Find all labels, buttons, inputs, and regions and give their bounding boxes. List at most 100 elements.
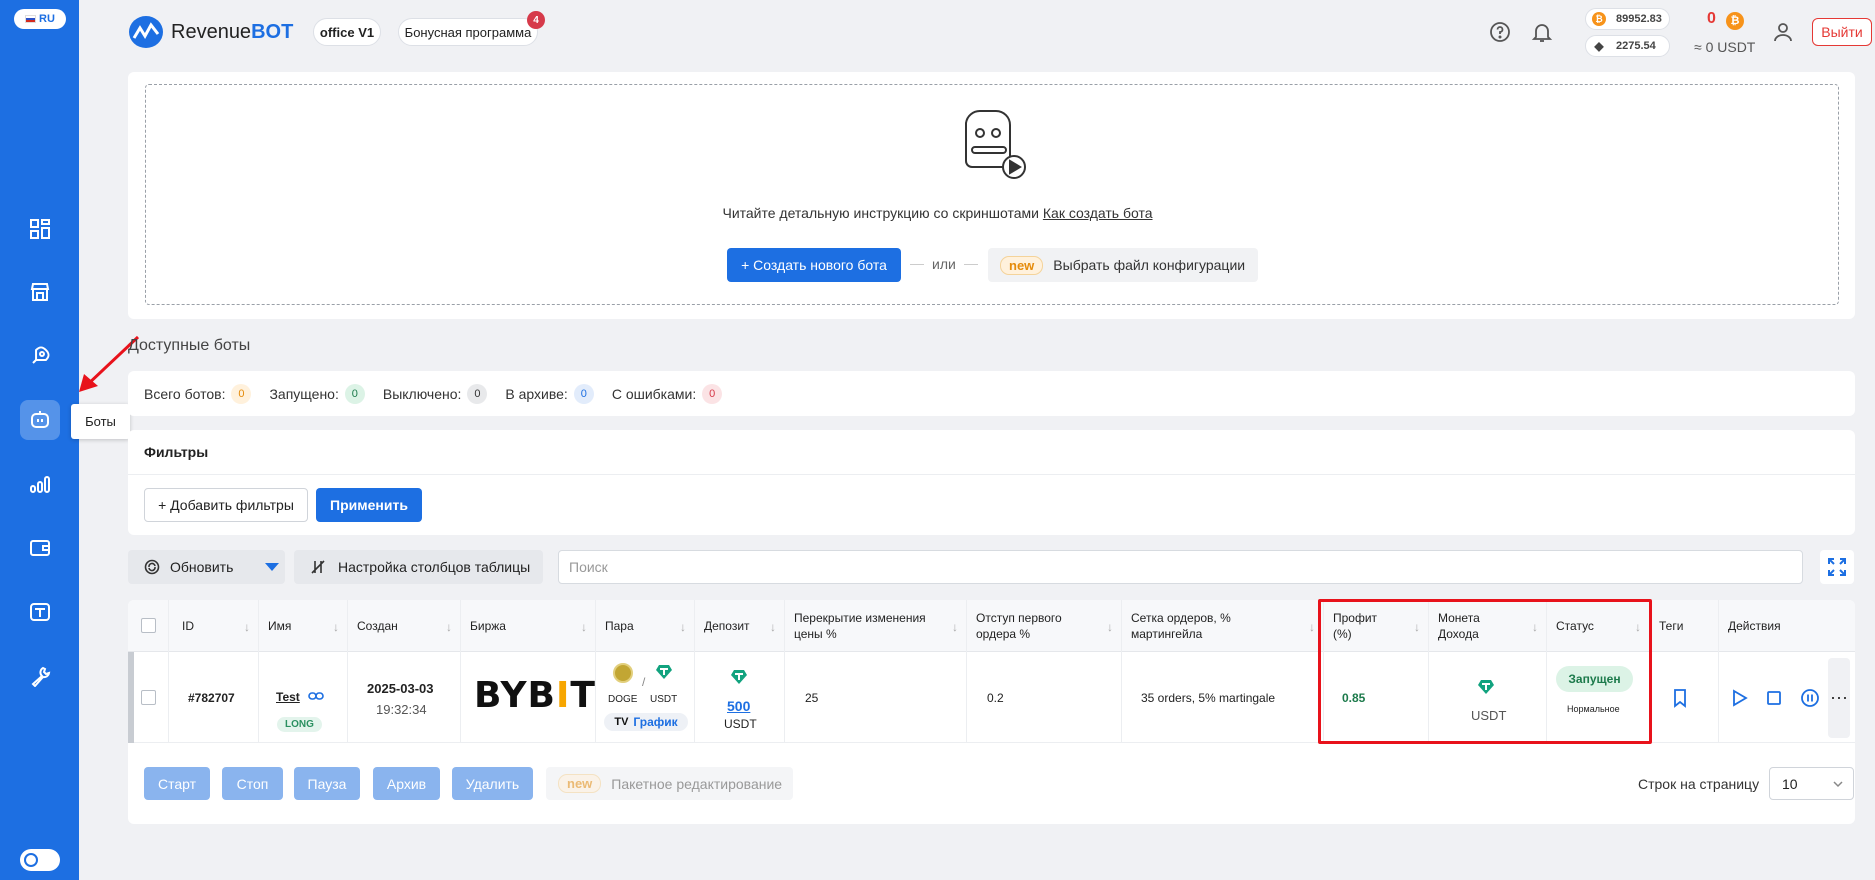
row-checkbox[interactable] — [141, 690, 156, 705]
header-pair[interactable]: Пара ↓ — [595, 600, 694, 652]
bulk-edit-button[interactable]: new Пакетное редактирование — [546, 767, 793, 800]
filters-divider — [128, 474, 1855, 475]
header-created[interactable]: Создан ↓ — [347, 600, 460, 652]
header-exchange[interactable]: Биржа ↓ — [460, 600, 595, 652]
bonus-program-button[interactable]: Бонусная программа 4 — [398, 11, 545, 46]
wrench-icon[interactable] — [20, 656, 60, 696]
refresh-icon — [144, 559, 160, 575]
logout-button[interactable]: Выйти — [1812, 18, 1872, 46]
usdt-coin-icon — [656, 665, 672, 679]
header-order-grid[interactable]: Сетка ордеров, % мартингейла ↓ — [1121, 600, 1323, 652]
stat-label: Запущено: — [269, 386, 339, 402]
highlight-annotation-box — [1318, 599, 1652, 744]
btc-coin-icon: ₿ — [1592, 12, 1606, 26]
add-filters-button[interactable]: + Добавить фильтры — [144, 488, 308, 522]
available-bots-title: Доступные боты — [128, 337, 251, 354]
logo[interactable]: RevenueBOT — [129, 16, 293, 48]
bookmark-icon[interactable] — [1670, 688, 1690, 708]
doge-coin-icon — [613, 663, 633, 683]
sort-arrow-icon: ↓ — [952, 620, 958, 634]
bulk-pause-button[interactable]: Пауза — [294, 767, 360, 800]
start-icon[interactable] — [1729, 688, 1749, 708]
create-new-bot-button[interactable]: + Создать нового бота — [727, 248, 901, 282]
long-tag: LONG — [277, 717, 322, 732]
balance-usdt: ≈ 0 USDT — [1694, 39, 1756, 55]
chart-button[interactable]: TV График — [604, 713, 688, 731]
side-badge: LONG — [277, 716, 322, 732]
stat-count-badge: 0 — [702, 384, 723, 404]
bot-stats: Всего ботов: 0 Запущено: 0 Выключено: 0 В архи… — [144, 384, 734, 404]
how-to-create-bot-link[interactable]: Как создать бота — [1043, 205, 1153, 221]
eth-price: 2275.54 — [1616, 40, 1656, 52]
caret-down-icon[interactable] — [265, 562, 280, 572]
header-first-order-offset[interactable]: Отступ первого ордера % ↓ — [966, 600, 1121, 652]
bulk-start-button[interactable]: Старт — [144, 767, 210, 800]
apply-filters-button[interactable]: Применить — [316, 488, 422, 522]
deposit-value-link[interactable]: 500 — [727, 698, 750, 714]
btc-price: 89952.83 — [1616, 13, 1662, 25]
or-label: или — [932, 256, 956, 272]
header-tags-label: Теги — [1659, 619, 1684, 633]
order-grid-value: 35 orders, 5% martingale — [1141, 691, 1276, 705]
choose-config-file-button[interactable]: new Выбрать файл конфигурации — [988, 248, 1258, 282]
sort-arrow-icon: ↓ — [581, 620, 587, 634]
pause-icon[interactable] — [1800, 688, 1820, 708]
language-switcher[interactable]: RU — [14, 9, 66, 29]
price-overlap-value: 25 — [805, 691, 819, 705]
bonus-program-label: Бонусная программа — [404, 24, 532, 40]
table-columns-settings-button[interactable]: Настройка столбцов таблицы — [294, 550, 543, 584]
eth-coin-icon: ◆ — [1594, 39, 1604, 53]
new-tag: new — [1000, 255, 1044, 275]
bulk-stop-button[interactable]: Стоп — [222, 767, 283, 800]
theme-toggle[interactable] — [20, 849, 60, 871]
bonus-count-badge: 4 — [527, 11, 545, 29]
header-name[interactable]: Имя ↓ — [258, 600, 347, 652]
stat-count-badge: 0 — [573, 384, 594, 404]
fullscreen-button[interactable] — [1820, 550, 1854, 584]
bots-tooltip: Боты — [71, 404, 130, 439]
logo-mark-icon — [129, 16, 163, 48]
brand-name-regular: Revenue — [171, 20, 252, 43]
new-tag: new — [558, 774, 602, 793]
link-icon[interactable] — [308, 690, 324, 702]
sort-arrow-icon: ↓ — [1309, 620, 1315, 634]
select-all-checkbox[interactable] — [141, 618, 156, 633]
bulk-archive-button[interactable]: Архив — [373, 767, 440, 800]
header-created-label: Создан — [357, 619, 398, 633]
rocket-icon[interactable] — [20, 336, 60, 376]
created-time: 19:32:34 — [376, 702, 427, 717]
expand-icon — [1828, 558, 1846, 576]
search-input[interactable]: Поиск — [558, 550, 1803, 584]
brand-name-bold: BOT — [251, 20, 294, 43]
created-date: 2025-03-03 — [367, 681, 434, 696]
header-id[interactable]: ID ↓ — [172, 600, 258, 652]
bulk-delete-button[interactable]: Удалить — [452, 767, 533, 800]
stat-label: В архиве: — [505, 386, 568, 402]
header-overlap[interactable]: Перекрытие изменения цены % ↓ — [784, 600, 966, 652]
pair-base: DOGE — [608, 694, 638, 705]
sort-arrow-icon: ↓ — [446, 620, 452, 634]
wallet-icon[interactable] — [20, 528, 60, 568]
robot-play-icon — [965, 109, 1026, 179]
statistics-icon[interactable] — [20, 464, 60, 504]
stat-count-badge: 0 — [344, 384, 365, 404]
stop-icon[interactable] — [1764, 688, 1784, 708]
bybit-logo: BYBIT — [474, 675, 596, 716]
bell-icon[interactable] — [1530, 20, 1554, 44]
more-actions-icon[interactable]: ⋯ — [1828, 658, 1850, 738]
header-offset-label: Отступ первого ордера % — [976, 611, 1062, 641]
stat-count-badge: 0 — [467, 384, 488, 404]
bot-name-link[interactable]: Test — [276, 690, 300, 704]
user-profile-icon[interactable] — [1771, 20, 1795, 44]
marketplace-icon[interactable] — [20, 272, 60, 312]
sort-arrow-icon: ↓ — [770, 620, 776, 634]
help-chat-icon[interactable] — [1488, 20, 1512, 44]
terminal-icon[interactable] — [20, 592, 60, 632]
or-separator: или — [910, 256, 978, 272]
refresh-button[interactable]: Обновить — [128, 550, 285, 584]
office-selector[interactable]: office V1 — [313, 18, 381, 46]
first-order-offset-value: 0.2 — [987, 691, 1004, 705]
bots-nav-icon[interactable] — [20, 400, 60, 440]
header-deposit[interactable]: Депозит ↓ — [694, 600, 784, 652]
rows-per-page-select[interactable]: 10 — [1769, 767, 1854, 800]
